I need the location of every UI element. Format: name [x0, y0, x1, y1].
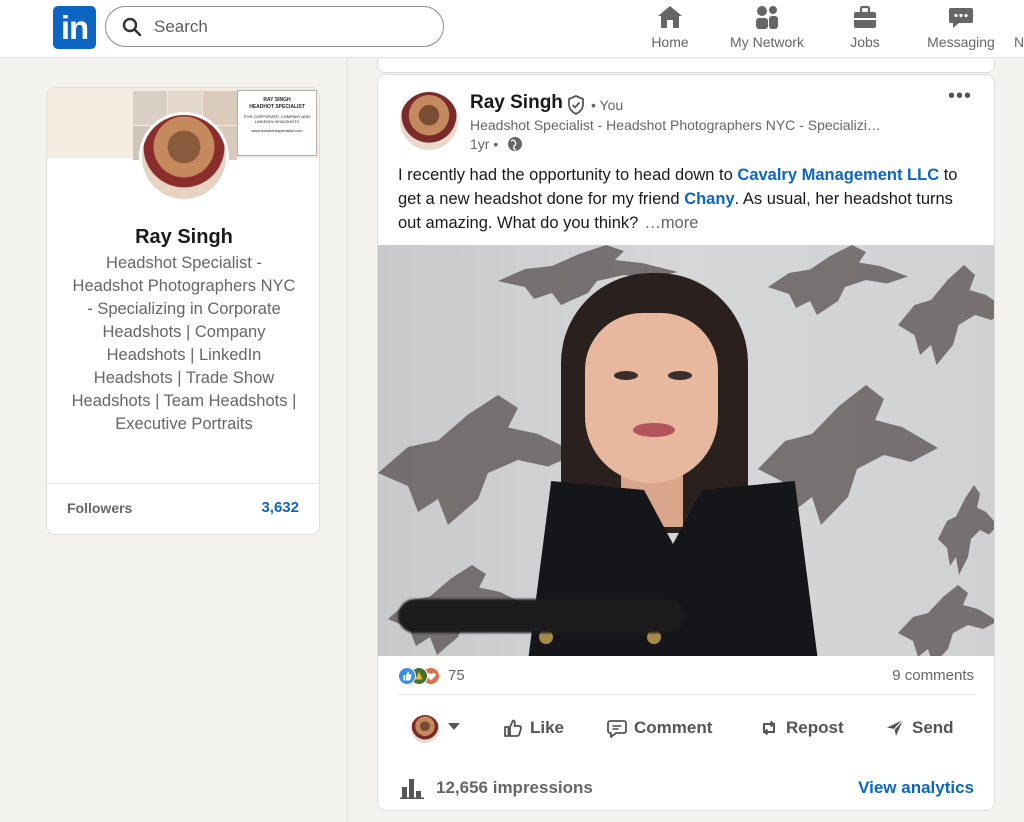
like-label: Like — [530, 718, 565, 737]
send-button[interactable]: Send — [884, 713, 954, 743]
messaging-icon — [949, 8, 973, 28]
portrait-eye — [614, 371, 638, 380]
reactions-count[interactable]: 75 — [448, 667, 465, 684]
profile-headline: Headshot Specialist - Headshot Photograp… — [71, 254, 297, 433]
view-analytics-link[interactable]: View analytics — [858, 778, 974, 798]
nav-jobs-label: Jobs — [850, 34, 880, 50]
linkedin-logo[interactable]: in — [53, 6, 96, 49]
search-box[interactable] — [105, 6, 444, 47]
see-more-link[interactable]: …more — [644, 214, 698, 232]
send-label: Send — [912, 718, 954, 737]
nav-notifications-label: N — [1014, 34, 1024, 50]
portrait-lips — [633, 423, 675, 437]
nav-messaging[interactable]: Messaging — [922, 4, 1000, 54]
banner-card-line3: FOR CORPORATE, COMPANY AND LINKEDIN HEAD… — [243, 114, 310, 125]
mention-link[interactable]: Cavalry Management LLC — [737, 166, 939, 184]
followers-label[interactable]: Followers — [67, 500, 132, 516]
like-button[interactable]: Like — [502, 713, 564, 743]
repost-button[interactable]: Repost — [758, 713, 844, 743]
globe-icon — [508, 137, 522, 151]
background-horse — [768, 245, 908, 315]
repost-icon — [763, 720, 775, 736]
author-name[interactable]: Ray Singh — [470, 92, 563, 114]
profile-avatar[interactable] — [139, 112, 229, 202]
send-icon — [887, 719, 904, 736]
briefcase-icon — [854, 5, 876, 28]
background-horse — [898, 585, 994, 656]
profile-card[interactable]: RAY SINGH HEADHOT SPECIALIST FOR CORPORA… — [46, 87, 320, 535]
divider — [47, 483, 319, 484]
background-horse — [898, 265, 994, 365]
nav-my-network[interactable]: My Network — [724, 4, 810, 54]
divider — [398, 694, 976, 695]
nav-home-label: Home — [651, 34, 689, 50]
chevron-down-icon[interactable] — [448, 723, 460, 730]
mention-link[interactable]: Chany — [684, 190, 734, 208]
banner-business-card: RAY SINGH HEADHOT SPECIALIST FOR CORPORA… — [237, 90, 317, 156]
post-image[interactable] — [378, 245, 994, 656]
author-you-label: • You — [591, 97, 624, 113]
nav-messaging-label: Messaging — [927, 34, 995, 50]
followers-count[interactable]: 3,632 — [261, 499, 299, 516]
nav-my-network-label: My Network — [730, 34, 804, 50]
banner-card-line2: HEADHOT SPECIALIST — [249, 103, 305, 110]
author-subtitle: Headshot Specialist - Headshot Photograp… — [470, 117, 881, 133]
comments-count[interactable]: 9 comments — [892, 667, 974, 684]
profile-name[interactable]: Ray Singh — [47, 226, 319, 249]
thumbs-up-icon — [504, 719, 522, 737]
react-as-avatar[interactable] — [411, 715, 439, 743]
nav-notifications[interactable]: N — [1014, 4, 1024, 54]
impressions-count: 12,656 impressions — [436, 778, 593, 797]
comment-label: Comment — [634, 718, 713, 737]
post-text-part: I recently had the opportunity to head d… — [398, 166, 738, 184]
redaction-bar — [398, 599, 684, 633]
post-actions: Like Comment Repost Send — [378, 709, 994, 749]
previous-post-edge — [377, 59, 995, 73]
comment-icon — [607, 720, 627, 738]
portrait-eye — [668, 371, 692, 380]
post-text: I recently had the opportunity to head d… — [398, 163, 978, 235]
comment-button[interactable]: Comment — [606, 713, 712, 743]
search-input[interactable] — [154, 15, 424, 39]
author-avatar[interactable] — [400, 92, 458, 150]
network-icon — [756, 6, 778, 29]
verified-shield-icon — [568, 95, 584, 115]
nav-jobs[interactable]: Jobs — [846, 4, 884, 54]
background-horse — [938, 485, 994, 575]
banner-card-line4: www.headshotspecialist.com — [251, 128, 303, 134]
repost-label: Repost — [786, 718, 844, 737]
background-horse — [378, 395, 578, 525]
bar-chart-icon — [400, 779, 424, 799]
feed-post: Ray Singh • You Headshot Specialist - He… — [377, 74, 995, 811]
portrait-face — [585, 313, 718, 483]
home-icon — [658, 6, 682, 28]
post-time: 1yr • — [470, 136, 499, 152]
more-options-icon[interactable]: ••• — [948, 86, 972, 109]
nav-home[interactable]: Home — [650, 4, 690, 54]
search-icon — [122, 17, 142, 37]
top-nav: in Home My Network Jobs Messagi — [0, 0, 1024, 58]
like-reaction-icon — [398, 667, 416, 685]
